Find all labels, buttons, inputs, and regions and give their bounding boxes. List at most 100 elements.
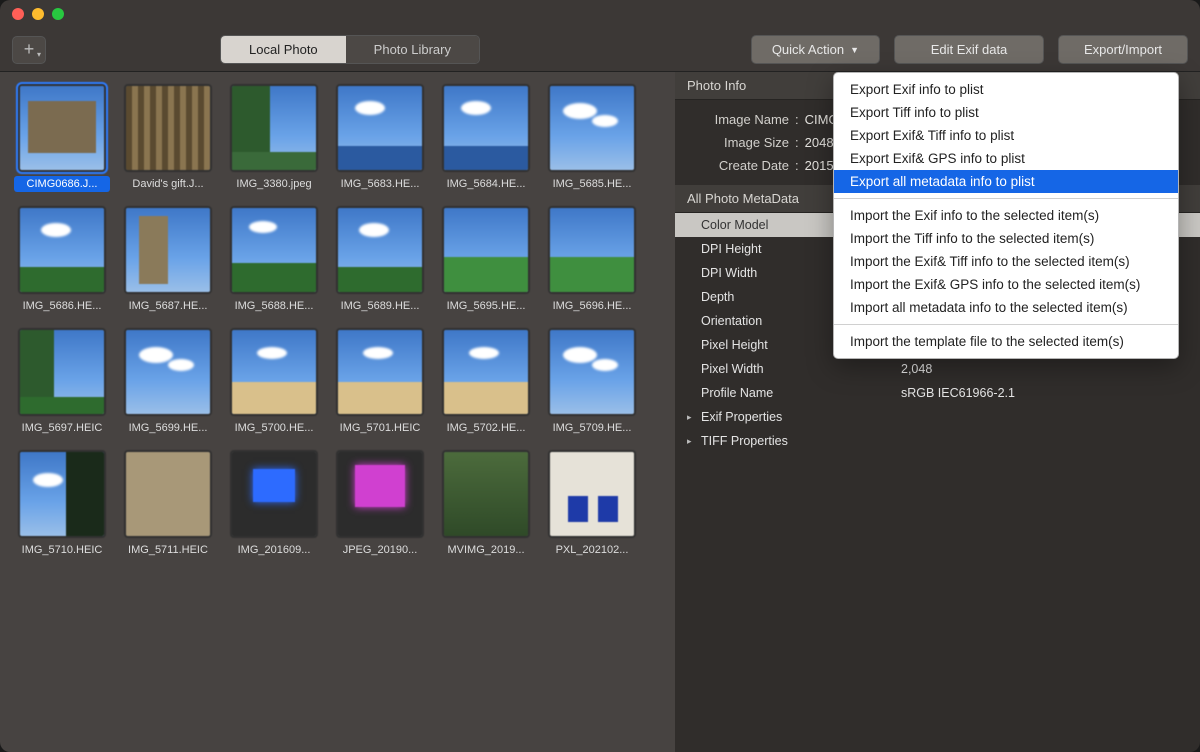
info-key: Image Size	[689, 135, 789, 150]
thumbnail-item[interactable]: IMG_5686.HE...	[14, 206, 110, 314]
thumbnail-item[interactable]: IMG_5685.HE...	[544, 84, 640, 192]
metadata-group[interactable]: Exif Properties	[675, 405, 1200, 429]
thumbnail-item[interactable]: IMG_5700.HE...	[226, 328, 322, 436]
quick-action-label: Quick Action	[772, 42, 844, 57]
source-segmented-control: Local Photo Photo Library	[220, 35, 480, 64]
thumbnail-grid: CIMG0686.J... David's gift.J... IMG_3380.j…	[14, 84, 661, 558]
thumbnail-item[interactable]: IMG_5689.HE...	[332, 206, 428, 314]
thumbnail-image	[230, 328, 318, 416]
thumbnail-item[interactable]: IMG_5709.HE...	[544, 328, 640, 436]
thumbnail-image	[336, 84, 424, 172]
thumbnail-item[interactable]: IMG_5683.HE...	[332, 84, 428, 192]
close-window-button[interactable]	[12, 8, 24, 20]
thumbnail-label: IMG_5686.HE...	[14, 298, 110, 314]
thumbnail-label: IMG_5685.HE...	[544, 176, 640, 192]
menu-item[interactable]: Import the template file to the selected…	[834, 330, 1178, 353]
info-key: Create Date	[689, 158, 789, 173]
export-import-button[interactable]: Export/Import	[1058, 35, 1188, 64]
thumbnail-label: IMG_5696.HE...	[544, 298, 640, 314]
thumbnail-image	[124, 84, 212, 172]
thumbnail-item[interactable]: IMG_5687.HE...	[120, 206, 216, 314]
thumbnail-item[interactable]: MVIMG_2019...	[438, 450, 534, 558]
thumbnail-label: IMG_5710.HEIC	[14, 542, 110, 558]
thumbnail-item[interactable]: IMG_5696.HE...	[544, 206, 640, 314]
thumbnail-image	[336, 328, 424, 416]
tab-photo-library[interactable]: Photo Library	[346, 36, 479, 63]
plus-icon: +	[24, 39, 35, 60]
export-import-menu: Export Exif info to plistExport Tiff inf…	[833, 72, 1179, 359]
thumbnail-image	[442, 328, 530, 416]
thumbnail-image	[124, 450, 212, 538]
thumbnail-image	[124, 206, 212, 294]
thumbnail-item[interactable]: IMG_5710.HEIC	[14, 450, 110, 558]
edit-exif-button[interactable]: Edit Exif data	[894, 35, 1044, 64]
thumbnail-image	[442, 450, 530, 538]
menu-item[interactable]: Export Exif& GPS info to plist	[834, 147, 1178, 170]
app-window: + ▾ Local Photo Photo Library Quick Acti…	[0, 0, 1200, 752]
menu-item[interactable]: Export Tiff info to plist	[834, 101, 1178, 124]
thumbnail-label: IMG_3380.jpeg	[226, 176, 322, 192]
thumbnail-image	[442, 84, 530, 172]
thumbnail-label: IMG_5695.HE...	[438, 298, 534, 314]
metadata-row[interactable]: Profile NamesRGB IEC61966-2.1	[675, 381, 1200, 405]
metadata-group[interactable]: TIFF Properties	[675, 429, 1200, 453]
thumbnail-item[interactable]: CIMG0686.J...	[14, 84, 110, 192]
thumbnail-label: JPEG_20190...	[332, 542, 428, 558]
thumbnail-image	[230, 450, 318, 538]
thumbnail-item[interactable]: IMG_5697.HEIC	[14, 328, 110, 436]
thumbnail-item[interactable]: IMG_5699.HE...	[120, 328, 216, 436]
menu-item[interactable]: Import the Exif info to the selected ite…	[834, 204, 1178, 227]
menu-separator	[834, 198, 1178, 199]
triangle-down-icon: ▼	[850, 45, 859, 55]
metadata-row[interactable]: Pixel Width2,048	[675, 357, 1200, 381]
thumbnail-item[interactable]: IMG_5695.HE...	[438, 206, 534, 314]
thumbnail-label: IMG_5700.HE...	[226, 420, 322, 436]
menu-item[interactable]: Import the Exif& GPS info to the selecte…	[834, 273, 1178, 296]
quick-action-button[interactable]: Quick Action ▼	[751, 35, 880, 64]
thumbnail-item[interactable]: IMG_5701.HEIC	[332, 328, 428, 436]
thumbnail-label: IMG_5699.HE...	[120, 420, 216, 436]
thumbnail-label: IMG_201609...	[226, 542, 322, 558]
menu-item[interactable]: Import the Tiff info to the selected ite…	[834, 227, 1178, 250]
thumbnail-label: CIMG0686.J...	[14, 176, 110, 192]
menu-item[interactable]: Export Exif& Tiff info to plist	[834, 124, 1178, 147]
thumbnail-label: IMG_5684.HE...	[438, 176, 534, 192]
add-button[interactable]: + ▾	[12, 36, 46, 64]
thumbnail-image	[18, 450, 106, 538]
menu-separator	[834, 324, 1178, 325]
thumbnail-image	[548, 450, 636, 538]
thumbnail-image	[124, 328, 212, 416]
metadata-key: TIFF Properties	[701, 434, 901, 448]
thumbnail-label: IMG_5689.HE...	[332, 298, 428, 314]
zoom-window-button[interactable]	[52, 8, 64, 20]
caret-down-icon: ▾	[37, 50, 41, 59]
metadata-key: Profile Name	[701, 386, 901, 400]
thumbnail-grid-area: CIMG0686.J... David's gift.J... IMG_3380.j…	[0, 72, 675, 752]
thumbnail-label: IMG_5688.HE...	[226, 298, 322, 314]
menu-item[interactable]: Export Exif info to plist	[834, 78, 1178, 101]
metadata-key: Exif Properties	[701, 410, 901, 424]
thumbnail-item[interactable]: PXL_202102...	[544, 450, 640, 558]
thumbnail-label: IMG_5701.HEIC	[332, 420, 428, 436]
thumbnail-item[interactable]: IMG_3380.jpeg	[226, 84, 322, 192]
thumbnail-item[interactable]: IMG_5684.HE...	[438, 84, 534, 192]
thumbnail-image	[548, 328, 636, 416]
menu-item[interactable]: Import the Exif& Tiff info to the select…	[834, 250, 1178, 273]
info-pane: Photo Info Image Name : CIMG0686 Image S…	[675, 72, 1200, 752]
thumbnail-item[interactable]: IMG_5711.HEIC	[120, 450, 216, 558]
thumbnail-item[interactable]: David's gift.J...	[120, 84, 216, 192]
thumbnail-image	[230, 84, 318, 172]
thumbnail-item[interactable]: IMG_201609...	[226, 450, 322, 558]
titlebar	[0, 0, 1200, 28]
minimize-window-button[interactable]	[32, 8, 44, 20]
metadata-value: 2,048	[901, 362, 932, 376]
thumbnail-item[interactable]: JPEG_20190...	[332, 450, 428, 558]
thumbnail-item[interactable]: IMG_5702.HE...	[438, 328, 534, 436]
menu-item[interactable]: Export all metadata info to plist	[834, 170, 1178, 193]
tab-local-photo[interactable]: Local Photo	[221, 36, 346, 63]
thumbnail-image	[230, 206, 318, 294]
thumbnail-item[interactable]: IMG_5688.HE...	[226, 206, 322, 314]
thumbnail-label: MVIMG_2019...	[438, 542, 534, 558]
menu-item[interactable]: Import all metadata info to the selected…	[834, 296, 1178, 319]
info-key: Image Name	[689, 112, 789, 127]
